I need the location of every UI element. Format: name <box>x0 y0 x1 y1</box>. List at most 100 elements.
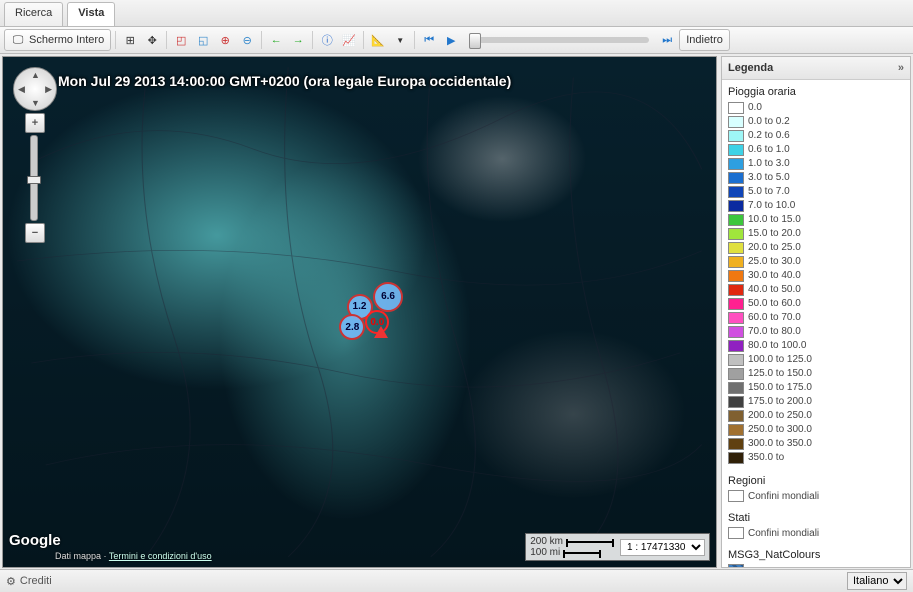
legend-msg-title: MSG3_NatColours <box>728 549 904 561</box>
square-icon <box>728 490 744 502</box>
zoom-out-button[interactable]: − <box>25 223 45 243</box>
info-icon[interactable]: ⓘ <box>317 30 337 50</box>
separator <box>261 31 262 49</box>
legend-label: 15.0 to 20.0 <box>748 227 801 241</box>
fullscreen-label: Schermo Intero <box>29 34 104 46</box>
legend-row: 150.0 to 175.0 <box>728 381 904 395</box>
legend-regions-title: Regioni <box>728 475 904 487</box>
monitor-icon: 🖵 <box>11 33 25 47</box>
legend-row: 15.0 to 20.0 <box>728 227 904 241</box>
legend-row: 100.0 to 125.0 <box>728 353 904 367</box>
legend-rain-section: Pioggia oraria 0.00.0 to 0.20.2 to 0.60.… <box>728 86 904 465</box>
color-swatch <box>728 270 744 282</box>
pan-tool-icon[interactable]: ✥ <box>142 30 162 50</box>
square-icon <box>728 527 744 539</box>
back-button[interactable]: Indietro <box>679 29 730 51</box>
time-slider[interactable] <box>469 37 649 43</box>
measure-dropdown-icon[interactable]: ▼ <box>390 30 410 50</box>
color-swatch <box>728 200 744 212</box>
next-extent-icon[interactable]: → <box>288 30 308 50</box>
legend-label: 175.0 to 200.0 <box>748 395 812 409</box>
terms-link[interactable]: Termini e condizioni d'uso <box>109 551 212 561</box>
legend-row: 0.0 to 0.2 <box>728 115 904 129</box>
legend-label: 5.0 to 7.0 <box>748 185 790 199</box>
time-end-icon[interactable]: ⏭ <box>657 30 677 50</box>
legend-label: 20.0 to 25.0 <box>748 241 801 255</box>
zoom-in-button[interactable]: + <box>25 113 45 133</box>
legend-label: 10.0 to 15.0 <box>748 213 801 227</box>
collapse-icon[interactable]: » <box>898 62 904 74</box>
color-swatch <box>728 438 744 450</box>
language-select[interactable]: Italiano <box>847 572 907 590</box>
scale-km: 200 km <box>530 536 563 547</box>
scale-line: 200 km 100 mi <box>530 536 614 558</box>
legend-row: 10.0 to 15.0 <box>728 213 904 227</box>
legend-label: 50.0 to 60.0 <box>748 297 801 311</box>
map-viewport[interactable]: Mon Jul 29 2013 14:00:00 GMT+0200 (ora l… <box>2 56 717 568</box>
measure-icon[interactable]: 📐 <box>368 30 388 50</box>
statusbar: ⚙ Crediti Italiano <box>0 569 913 592</box>
legend-label: 40.0 to 50.0 <box>748 283 801 297</box>
legend-label: 150.0 to 175.0 <box>748 381 812 395</box>
legend-body[interactable]: Pioggia oraria 0.00.0 to 0.20.2 to 0.60.… <box>722 80 910 567</box>
chart-icon[interactable]: 📈 <box>339 30 359 50</box>
pan-west-icon[interactable]: ◀ <box>18 84 25 95</box>
time-slider-knob[interactable] <box>469 33 481 49</box>
map-attribution: Dati mappa · Termini e condizioni d'uso <box>55 551 212 561</box>
tab-search[interactable]: Ricerca <box>4 2 63 26</box>
legend-label: 7.0 to 10.0 <box>748 199 795 213</box>
legend-label: 70.0 to 80.0 <box>748 325 801 339</box>
legend-label: 300.0 to 350.0 <box>748 437 812 451</box>
data-marker[interactable]: 6.6 <box>373 282 403 312</box>
zoom-in-icon[interactable]: ⊕ <box>215 30 235 50</box>
color-swatch <box>728 116 744 128</box>
separator <box>363 31 364 49</box>
legend-row: 0.0 <box>728 101 904 115</box>
legend-row: 200.0 to 250.0 <box>728 409 904 423</box>
separator <box>166 31 167 49</box>
legend-regions-section: Regioni Confini mondiali <box>728 475 904 502</box>
legend-title: Legenda <box>728 62 773 74</box>
fullscreen-button[interactable]: 🖵 Schermo Intero <box>4 29 111 51</box>
zoom-control: + − <box>25 113 43 243</box>
legend-label: 30.0 to 40.0 <box>748 269 801 283</box>
legend-label: 3.0 to 5.0 <box>748 171 790 185</box>
color-swatch <box>728 158 744 170</box>
play-icon[interactable]: ▶ <box>441 30 461 50</box>
max-extent-icon[interactable]: ⊞ <box>120 30 140 50</box>
zoom-in-box-icon[interactable]: ◰ <box>171 30 191 50</box>
zoom-track[interactable] <box>30 135 38 221</box>
zoom-handle[interactable] <box>27 176 41 184</box>
legend-row: 50.0 to 60.0 <box>728 297 904 311</box>
zoom-out-box-icon[interactable]: ◱ <box>193 30 213 50</box>
scale-select[interactable]: 1 : 17471330 <box>620 539 705 556</box>
tab-view[interactable]: Vista <box>67 2 115 26</box>
legend-label: 0.0 <box>748 101 762 115</box>
pan-control[interactable]: ▲ ▼ ◀ ▶ <box>13 67 57 111</box>
legend-row: 20.0 to 25.0 <box>728 241 904 255</box>
prev-extent-icon[interactable]: ← <box>266 30 286 50</box>
legend-row: 0.6 to 1.0 <box>728 143 904 157</box>
pan-north-icon[interactable]: ▲ <box>31 70 40 80</box>
pattern-icon <box>728 564 744 567</box>
legend-label: 0.6 to 1.0 <box>748 143 790 157</box>
time-start-icon[interactable]: ⏮ <box>419 30 439 50</box>
credits-label: Crediti <box>20 575 52 587</box>
scale-box: 200 km 100 mi 1 : 17471330 <box>525 533 710 561</box>
color-swatch <box>728 130 744 142</box>
data-marker[interactable]: 2.8 <box>339 314 365 340</box>
legend-row: 5.0 to 7.0 <box>728 185 904 199</box>
station-marker-icon[interactable] <box>374 326 388 338</box>
legend-row: 350.0 to <box>728 451 904 465</box>
color-swatch <box>728 228 744 240</box>
color-swatch <box>728 354 744 366</box>
legend-states-title: Stati <box>728 512 904 524</box>
pan-south-icon[interactable]: ▼ <box>31 98 40 108</box>
legend-row: 25.0 to 30.0 <box>728 255 904 269</box>
legend-row: 40.0 to 50.0 <box>728 283 904 297</box>
legend-label: 350.0 to <box>748 451 784 465</box>
credits-button[interactable]: ⚙ Crediti <box>6 575 52 588</box>
pan-east-icon[interactable]: ▶ <box>45 84 52 95</box>
back-label: Indietro <box>686 34 723 46</box>
zoom-out-icon[interactable]: ⊖ <box>237 30 257 50</box>
